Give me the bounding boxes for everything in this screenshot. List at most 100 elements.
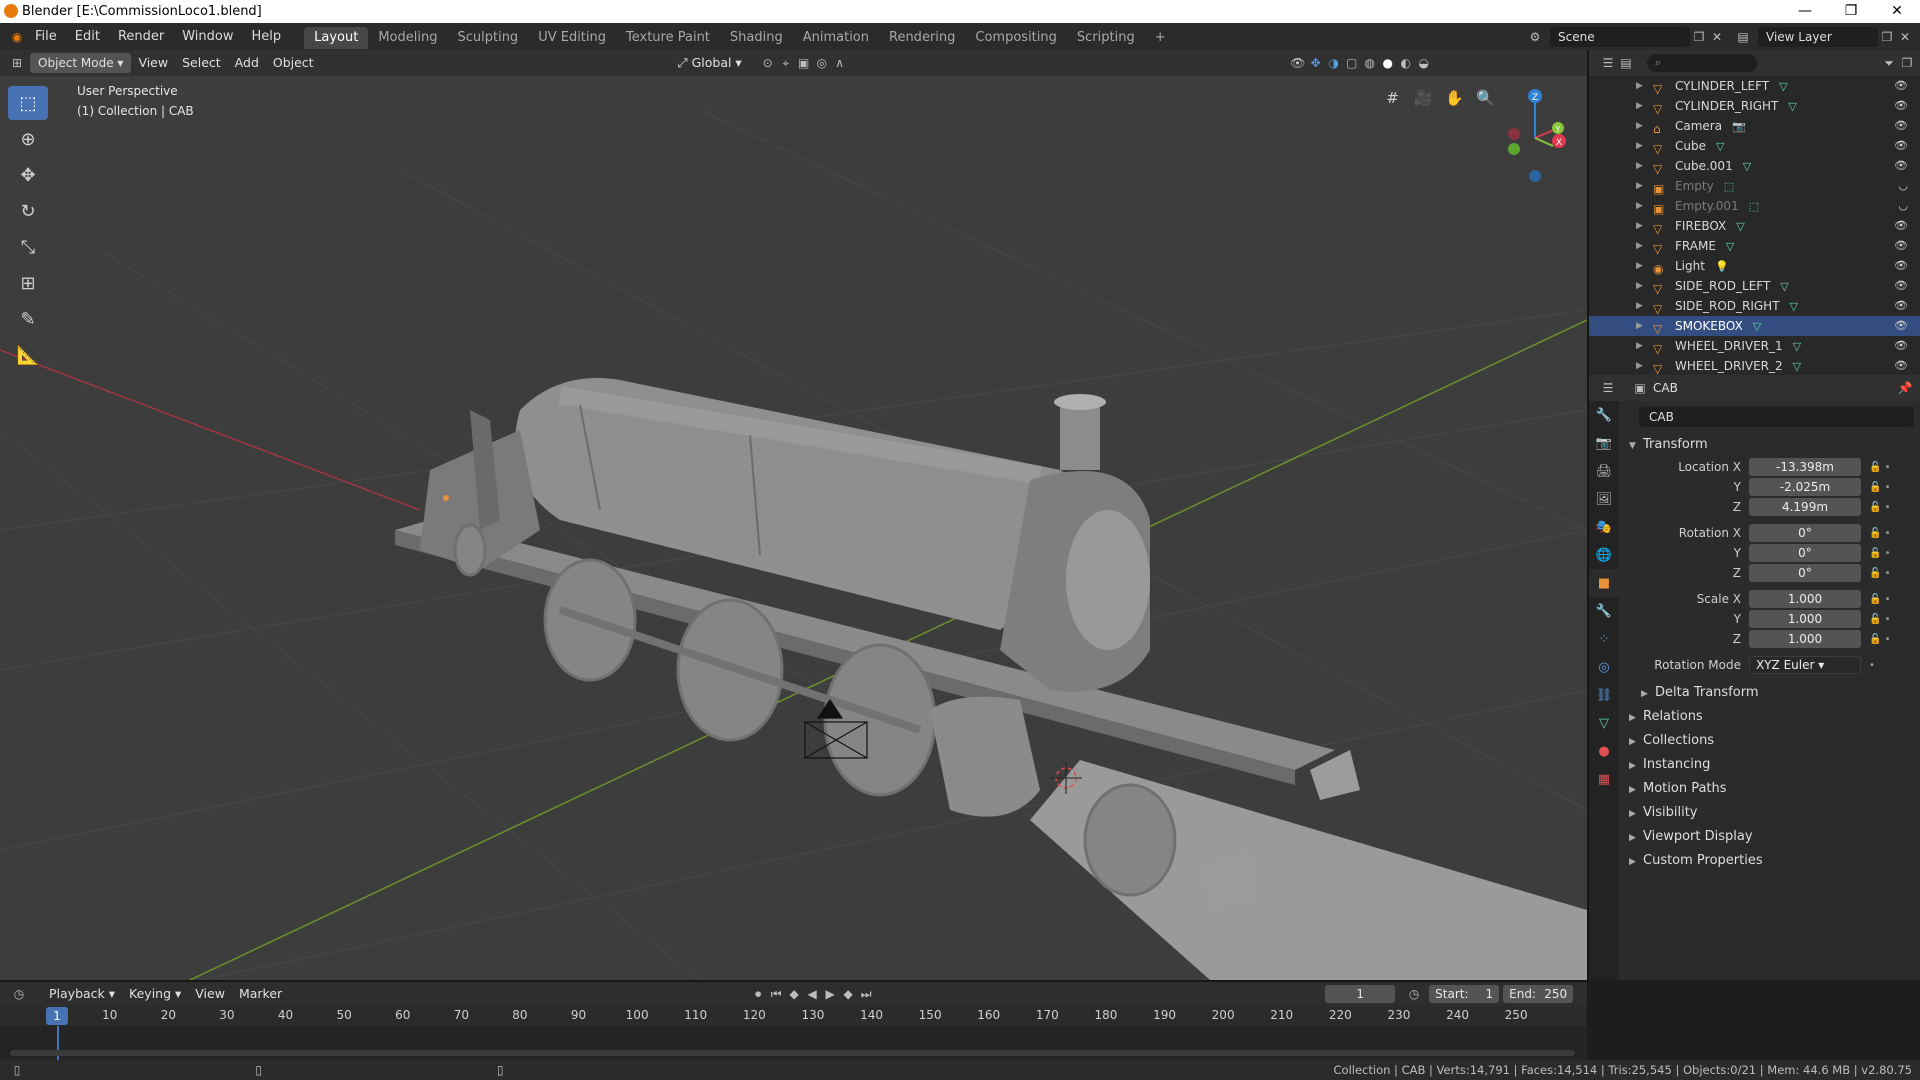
panel-collections[interactable]: ▶ Collections (1619, 729, 1920, 753)
output-tab-icon[interactable]: 🖨 (1589, 457, 1619, 485)
outliner-item-wheel-driver-2[interactable]: ▶ ▽ WHEEL_DRIVER_2 ▽ 👁 (1589, 356, 1920, 375)
close-button[interactable]: ✕ (1874, 0, 1920, 23)
rendered-shading-icon[interactable]: ◒ (1415, 54, 1433, 72)
lock-icon[interactable]: 🔓 • (1869, 634, 1891, 645)
mesh-data-icon[interactable]: ▽ (1753, 317, 1761, 337)
jump-start-icon[interactable]: ⏮ (767, 985, 785, 1003)
new-scene-icon[interactable]: ❐ (1690, 28, 1708, 46)
editor-type-icon[interactable]: ⊞ (8, 54, 26, 72)
expand-arrow-icon[interactable]: ▶ (1636, 96, 1643, 116)
eye-icon[interactable]: 👁 (1894, 256, 1908, 276)
menu-playback[interactable]: Playback ▾ (42, 984, 122, 1004)
tab-layout[interactable]: Layout (304, 26, 369, 49)
eye-icon[interactable]: 👁 (1894, 116, 1908, 136)
outliner-item-cylinder-right[interactable]: ▶ ▽ CYLINDER_RIGHT ▽ 👁 (1589, 96, 1920, 116)
location-x-field[interactable]: -13.398m (1749, 458, 1861, 476)
object-name-field[interactable]: CAB (1639, 407, 1914, 427)
material-tab-icon[interactable]: ● (1589, 737, 1619, 765)
menu-keying[interactable]: Keying ▾ (122, 984, 188, 1004)
texture-tab-icon[interactable]: ▦ (1589, 765, 1619, 793)
panel-visibility[interactable]: ▶ Visibility (1619, 801, 1920, 825)
scene-selector[interactable]: Scene (1550, 26, 1690, 47)
light-data-icon[interactable]: 💡 (1715, 257, 1729, 277)
mesh-data-icon[interactable]: ▽ (1793, 357, 1801, 375)
render-tab-icon[interactable]: 📷 (1589, 429, 1619, 457)
scale-y-field[interactable]: 1.000 (1749, 610, 1861, 628)
orientation-dropdown[interactable]: ⤢ Global ▾ (671, 53, 749, 73)
mesh-data-icon[interactable]: ▽ (1726, 237, 1734, 257)
expand-arrow-icon[interactable]: ▶ (1636, 256, 1643, 276)
pin-icon[interactable]: 📌 (1896, 379, 1914, 397)
rotation-mode-dropdown[interactable]: XYZ Euler ▾ (1749, 656, 1861, 674)
hidden-eye-icon[interactable]: ◡ (1898, 176, 1908, 196)
expand-arrow-icon[interactable]: ▶ (1636, 116, 1643, 136)
keyframe-dot-icon[interactable]: • (1869, 660, 1875, 671)
lock-icon[interactable]: 🔓 • (1869, 568, 1891, 579)
menu-select[interactable]: Select (175, 53, 228, 73)
record-icon[interactable]: ⏺ (749, 985, 767, 1003)
tab-sculpting[interactable]: Sculpting (447, 27, 528, 49)
display-mode-icon[interactable]: ▤ (1617, 54, 1635, 72)
expand-arrow-icon[interactable]: ▶ (1636, 276, 1643, 296)
jump-end-icon[interactable]: ⏭ (857, 985, 875, 1003)
outliner-item-empty[interactable]: ▶ ▣ Empty ⬚ ◡ (1589, 176, 1920, 196)
mesh-data-icon[interactable]: ▽ (1790, 297, 1798, 317)
panel-relations[interactable]: ▶ Relations (1619, 705, 1920, 729)
scale-tool[interactable]: ⤡ (8, 230, 48, 264)
lock-icon[interactable]: 🔓 • (1869, 614, 1891, 625)
rotation-x-field[interactable]: 0° (1749, 524, 1861, 542)
camera-view-icon[interactable]: 🎥 (1411, 86, 1436, 111)
expand-arrow-icon[interactable]: ▶ (1636, 356, 1643, 375)
view-layer-icon[interactable]: ▤ (1734, 28, 1752, 46)
tab-modeling[interactable]: Modeling (368, 27, 447, 49)
location-y-field[interactable]: -2.025m (1749, 478, 1861, 496)
eye-icon[interactable]: 👁 (1894, 96, 1908, 116)
snap-icon[interactable]: ⌖ (777, 54, 795, 72)
outliner-item-cylinder-left[interactable]: ▶ ▽ CYLINDER_LEFT ▽ 👁 (1589, 76, 1920, 96)
outliner-search-input[interactable]: ⌕ (1647, 54, 1757, 72)
delta-transform-subpanel[interactable]: ▶ Delta Transform (1619, 681, 1920, 705)
new-collection-icon[interactable]: ❐ (1898, 54, 1916, 72)
tool-tab-icon[interactable]: 🔧 (1589, 401, 1619, 429)
eye-icon[interactable]: 👁 (1894, 156, 1908, 176)
data-tab-icon[interactable]: ▽ (1589, 709, 1619, 737)
view-layer-selector[interactable]: View Layer (1758, 26, 1878, 47)
menu-file[interactable]: File (26, 23, 66, 50)
preview-range-icon[interactable]: ◷ (1405, 985, 1423, 1003)
camera-data-icon[interactable]: 📷 (1732, 117, 1746, 137)
menu-help[interactable]: Help (243, 23, 291, 50)
outliner-item-cube-001[interactable]: ▶ ▽ Cube.001 ▽ 👁 (1589, 156, 1920, 176)
outliner-item-wheel-driver-1[interactable]: ▶ ▽ WHEEL_DRIVER_1 ▽ 👁 (1589, 336, 1920, 356)
gizmo-toggle-icon[interactable]: ✥ (1307, 54, 1325, 72)
snap-target-icon[interactable]: ▣ (795, 54, 813, 72)
rotation-y-field[interactable]: 0° (1749, 544, 1861, 562)
tab-scripting[interactable]: Scripting (1067, 27, 1145, 49)
menu-edit[interactable]: Edit (66, 23, 109, 50)
delete-view-layer-icon[interactable]: ✕ (1896, 28, 1914, 46)
mesh-data-icon[interactable]: ▽ (1793, 337, 1801, 357)
scale-z-field[interactable]: 1.000 (1749, 630, 1861, 648)
outliner-item-firebox[interactable]: ▶ ▽ FIREBOX ▽ 👁 (1589, 216, 1920, 236)
lock-icon[interactable]: 🔓 • (1869, 528, 1891, 539)
rotation-z-field[interactable]: 0° (1749, 564, 1861, 582)
material-shading-icon[interactable]: ◐ (1397, 54, 1415, 72)
menu-window[interactable]: Window (173, 23, 242, 50)
play-reverse-icon[interactable]: ◀ (803, 985, 821, 1003)
outliner-item-side-rod-right[interactable]: ▶ ▽ SIDE_ROD_RIGHT ▽ 👁 (1589, 296, 1920, 316)
tab-shading[interactable]: Shading (720, 27, 793, 49)
scene-tab-icon[interactable]: 🎭 (1589, 513, 1619, 541)
tab-texture-paint[interactable]: Texture Paint (616, 27, 720, 49)
eye-icon[interactable]: 👁 (1894, 296, 1908, 316)
navigation-gizmo[interactable]: Z X Y (1485, 80, 1585, 190)
modifier-tab-icon[interactable]: 🔧 (1589, 597, 1619, 625)
pivot-icon[interactable]: ⊙ (759, 54, 777, 72)
menu-view[interactable]: View (131, 53, 175, 73)
tab-uv-editing[interactable]: UV Editing (528, 27, 616, 49)
tab-compositing[interactable]: Compositing (965, 27, 1067, 49)
visibility-icon[interactable]: 👁 (1289, 54, 1307, 72)
eye-icon[interactable]: 👁 (1894, 76, 1908, 96)
viewport-scene[interactable] (0, 50, 1587, 980)
current-frame-indicator[interactable]: 1 (46, 1007, 68, 1025)
mesh-data-icon[interactable]: ▽ (1780, 277, 1788, 297)
expand-arrow-icon[interactable]: ▶ (1636, 216, 1643, 236)
